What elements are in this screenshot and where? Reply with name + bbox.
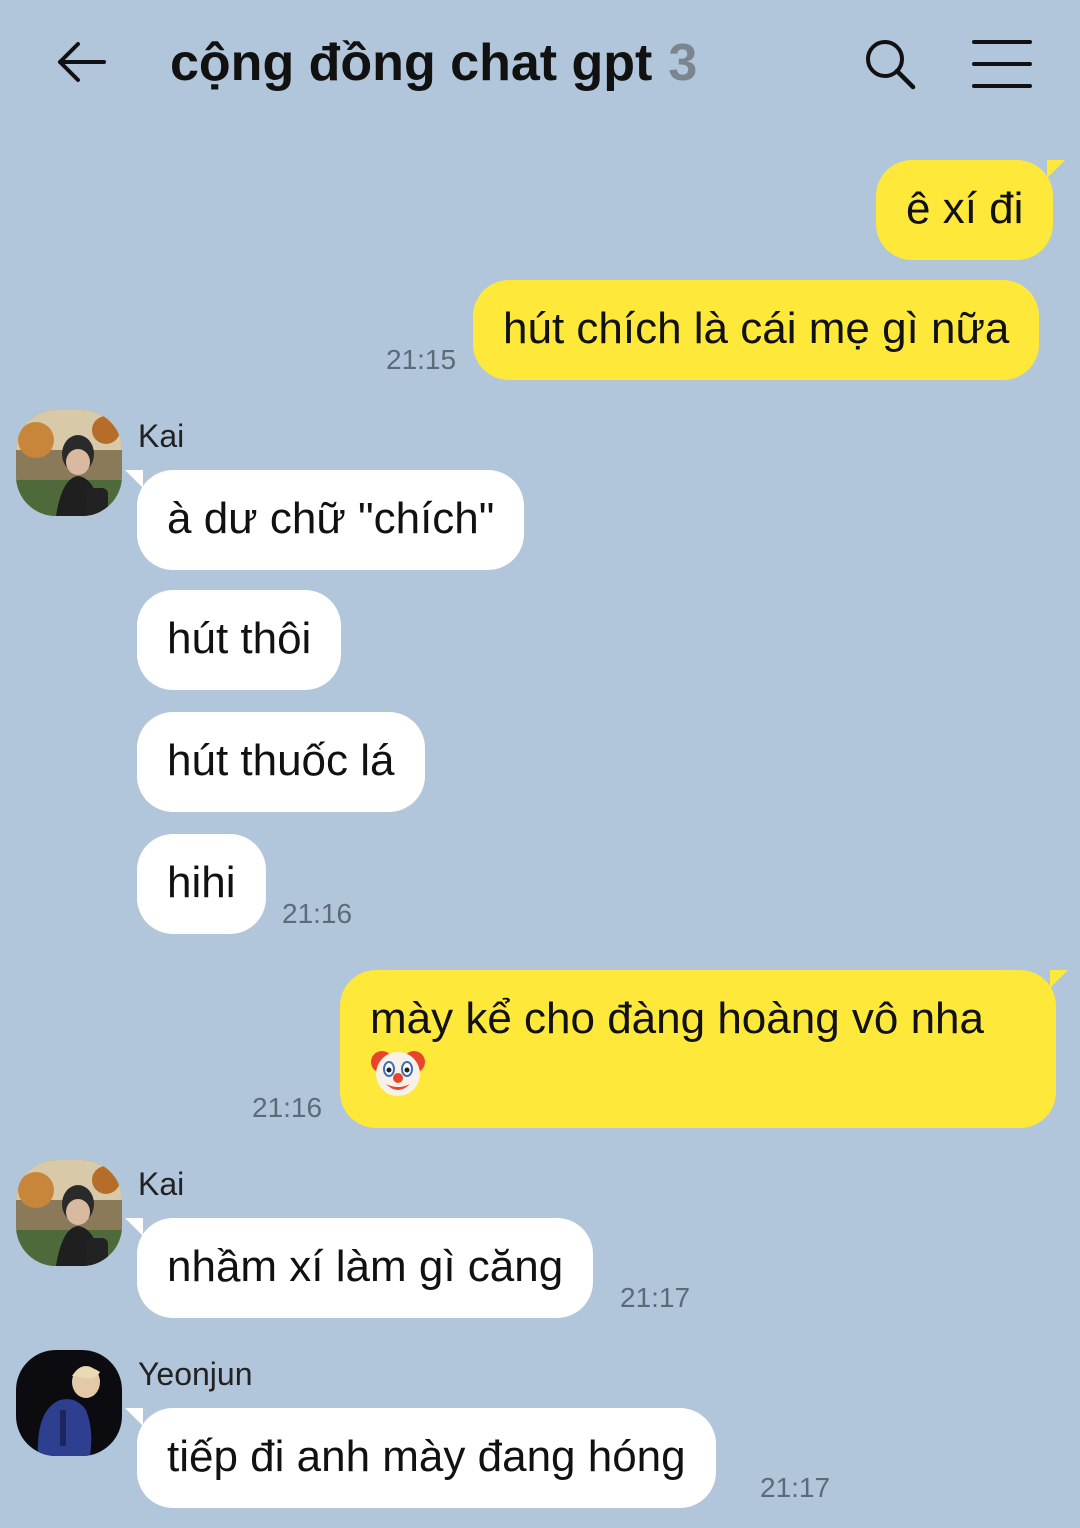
sender-name: Yeonjun	[138, 1356, 253, 1392]
message-bubble-incoming[interactable]: tiếp đi anh mày đang hóng	[125, 1408, 716, 1508]
chat-screen: cộng đồng chat gpt 3 ê xí đi 21:15 hút ch…	[0, 0, 1080, 1528]
message-text: ê xí đi	[906, 184, 1024, 233]
hamburger-menu-icon	[972, 40, 1032, 88]
message-text: hút thôi	[167, 614, 312, 663]
message-bubble-incoming[interactable]: nhầm xí làm gì căng	[124, 1218, 594, 1318]
message-bubble-outgoing[interactable]: hút chích là cái mẹ gì nữa	[473, 280, 1040, 380]
message-text: nhầm xí làm gì căng	[167, 1242, 564, 1291]
message-bubble-incoming[interactable]: hút thuốc lá	[137, 712, 425, 812]
avatar-yeonjun[interactable]	[16, 1350, 122, 1456]
emoji-line	[370, 1044, 1026, 1098]
message-text: à dư chữ "chích"	[167, 494, 495, 543]
message-text: hihi	[167, 858, 236, 907]
message-bubble-incoming[interactable]: à dư chữ "chích"	[124, 470, 525, 570]
message-time: 21:16	[282, 898, 353, 929]
menu-button[interactable]	[970, 36, 1034, 92]
profile-photo-icon	[16, 410, 122, 516]
arrow-left-icon	[58, 42, 106, 82]
message-bubble-incoming[interactable]: hihi	[137, 834, 266, 934]
message-bubble-incoming[interactable]: hút thôi	[137, 590, 342, 690]
chat-title: cộng đồng chat gpt	[170, 34, 653, 92]
message-text: hút thuốc lá	[167, 736, 395, 785]
avatar-kai[interactable]	[16, 1160, 122, 1266]
message-bubble-outgoing[interactable]: mày kể cho đàng hoàng vô nha	[340, 970, 1068, 1128]
profile-photo-icon	[16, 1160, 122, 1266]
message-text: hút chích là cái mẹ gì nữa	[503, 304, 1010, 353]
member-count: 3	[668, 34, 698, 92]
message-time: 21:17	[620, 1282, 691, 1313]
message-time: 21:17	[760, 1472, 831, 1503]
back-button[interactable]	[52, 32, 112, 92]
message-time: 21:16	[252, 1092, 323, 1123]
chat-title-area[interactable]: cộng đồng chat gpt 3	[170, 28, 697, 98]
message-time: 21:15	[386, 344, 457, 375]
search-button[interactable]	[860, 34, 920, 94]
avatar-kai[interactable]	[16, 410, 122, 516]
message-text: mày kể cho đàng hoàng vô nha	[370, 994, 985, 1043]
clown-face-icon	[371, 1051, 425, 1096]
sender-name: Kai	[138, 418, 185, 454]
message-bubble-outgoing[interactable]: ê xí đi	[876, 160, 1066, 260]
profile-photo-icon	[16, 1350, 122, 1456]
message-text: tiếp đi anh mày đang hóng	[167, 1432, 686, 1481]
search-icon	[866, 40, 916, 90]
chat-header: cộng đồng chat gpt 3	[0, 0, 1080, 130]
sender-name: Kai	[138, 1166, 185, 1202]
